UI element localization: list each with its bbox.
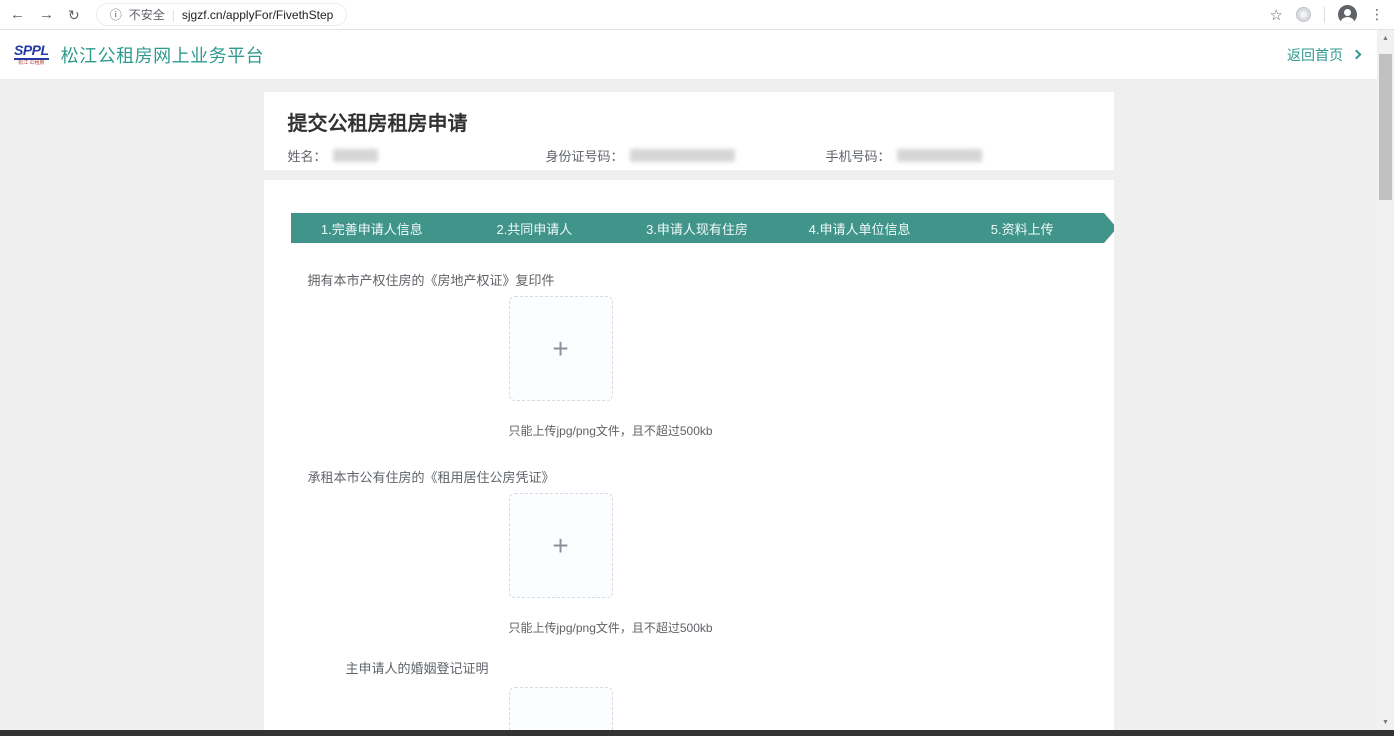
taskbar-strip — [0, 730, 1394, 736]
scroll-up-icon[interactable]: ▲ — [1377, 32, 1394, 44]
info-icon[interactable]: ⓘ — [110, 6, 122, 23]
upload-dropzone-public-housing-voucher[interactable]: + — [509, 493, 613, 598]
upload-dropzone-marriage-cert[interactable]: + — [509, 687, 613, 736]
upload-label-public-housing-voucher: 承租本市公有住房的《租用居住公房凭证》 — [308, 469, 1114, 487]
security-label: 不安全 — [129, 6, 165, 23]
upload-label-property-cert: 拥有本市产权住房的《房地产权证》复印件 — [308, 272, 1114, 290]
id-number-value-redacted — [630, 149, 735, 162]
applicant-fields: 姓名： 身份证号码： 手机号码： — [288, 146, 1090, 165]
step-progress-bar: 1.完善申请人信息 2.共同申请人 3.申请人现有住房 4.申请人单位信息 5.… — [291, 213, 1104, 243]
name-field: 姓名： — [288, 146, 546, 165]
page-background: 提交公租房租房申请 姓名： 身份证号码： 手机号码： 1.完善申请人信息 — [0, 80, 1377, 736]
address-bar[interactable]: ⓘ 不安全 | sjgzf.cn/applyFor/FivethStep — [96, 3, 348, 26]
name-label: 姓名： — [288, 146, 327, 165]
upload-form-card: 1.完善申请人信息 2.共同申请人 3.申请人现有住房 4.申请人单位信息 5.… — [264, 180, 1114, 736]
extension-icon[interactable] — [1296, 7, 1311, 22]
id-number-label: 身份证号码： — [546, 146, 624, 165]
logo-subtext: 松江 公租房 — [18, 61, 44, 66]
plus-icon: + — [552, 335, 568, 363]
site-title: 松江公租房网上业务平台 — [61, 42, 265, 68]
chevron-right-icon — [1352, 50, 1362, 60]
site-header: SPPL 松江 公租房 松江公租房网上业务平台 返回首页 — [0, 30, 1377, 80]
profile-avatar-icon[interactable] — [1338, 5, 1357, 24]
bookmark-star-icon[interactable]: ☆ — [1270, 6, 1283, 24]
page-title: 提交公租房租房申请 — [288, 107, 1090, 136]
step-2-co-applicants[interactable]: 2.共同申请人 — [453, 213, 616, 243]
step-4-employer-info[interactable]: 4.申请人单位信息 — [778, 213, 941, 243]
phone-label: 手机号码： — [826, 146, 891, 165]
scrollbar-thumb[interactable] — [1379, 54, 1392, 200]
browser-toolbar: ← → ↻ ⓘ 不安全 | sjgzf.cn/applyFor/FivethSt… — [0, 0, 1394, 30]
upload-hint-public-housing-voucher: 只能上传jpg/png文件，且不超过500kb — [509, 619, 1114, 636]
phone-value-redacted — [897, 149, 982, 162]
page-scrollbar[interactable]: ▲ ▼ — [1377, 30, 1394, 736]
upload-label-marriage-cert: 主申请人的婚姻登记证明 — [346, 660, 1114, 678]
logo-text: SPPL — [14, 43, 49, 60]
back-icon[interactable]: ← — [10, 7, 25, 22]
plus-icon: + — [552, 532, 568, 560]
url-separator: | — [172, 8, 175, 22]
step-3-current-housing[interactable]: 3.申请人现有住房 — [616, 213, 779, 243]
reload-icon[interactable]: ↻ — [68, 8, 80, 22]
step-1-applicant-info[interactable]: 1.完善申请人信息 — [291, 213, 454, 243]
application-summary-card: 提交公租房租房申请 姓名： 身份证号码： 手机号码： — [264, 92, 1114, 170]
toolbar-divider — [1324, 7, 1325, 23]
url-text: sjgzf.cn/applyFor/FivethStep — [182, 8, 333, 22]
id-number-field: 身份证号码： — [546, 146, 826, 165]
back-home-label: 返回首页 — [1287, 45, 1343, 65]
browser-menu-icon[interactable]: ⋮ — [1370, 6, 1384, 23]
browser-actions: ☆ ⋮ — [1270, 5, 1384, 24]
upload-dropzone-property-cert[interactable]: + — [509, 296, 613, 401]
back-home-link[interactable]: 返回首页 — [1287, 45, 1360, 65]
upload-hint-property-cert: 只能上传jpg/png文件，且不超过500kb — [509, 422, 1114, 439]
name-value-redacted — [333, 149, 378, 162]
phone-field: 手机号码： — [826, 146, 982, 165]
forward-icon[interactable]: → — [39, 7, 54, 22]
step-5-document-upload[interactable]: 5.资料上传 — [941, 213, 1104, 243]
site-logo[interactable]: SPPL 松江 公租房 — [14, 43, 49, 66]
scroll-down-icon[interactable]: ▼ — [1377, 716, 1394, 728]
